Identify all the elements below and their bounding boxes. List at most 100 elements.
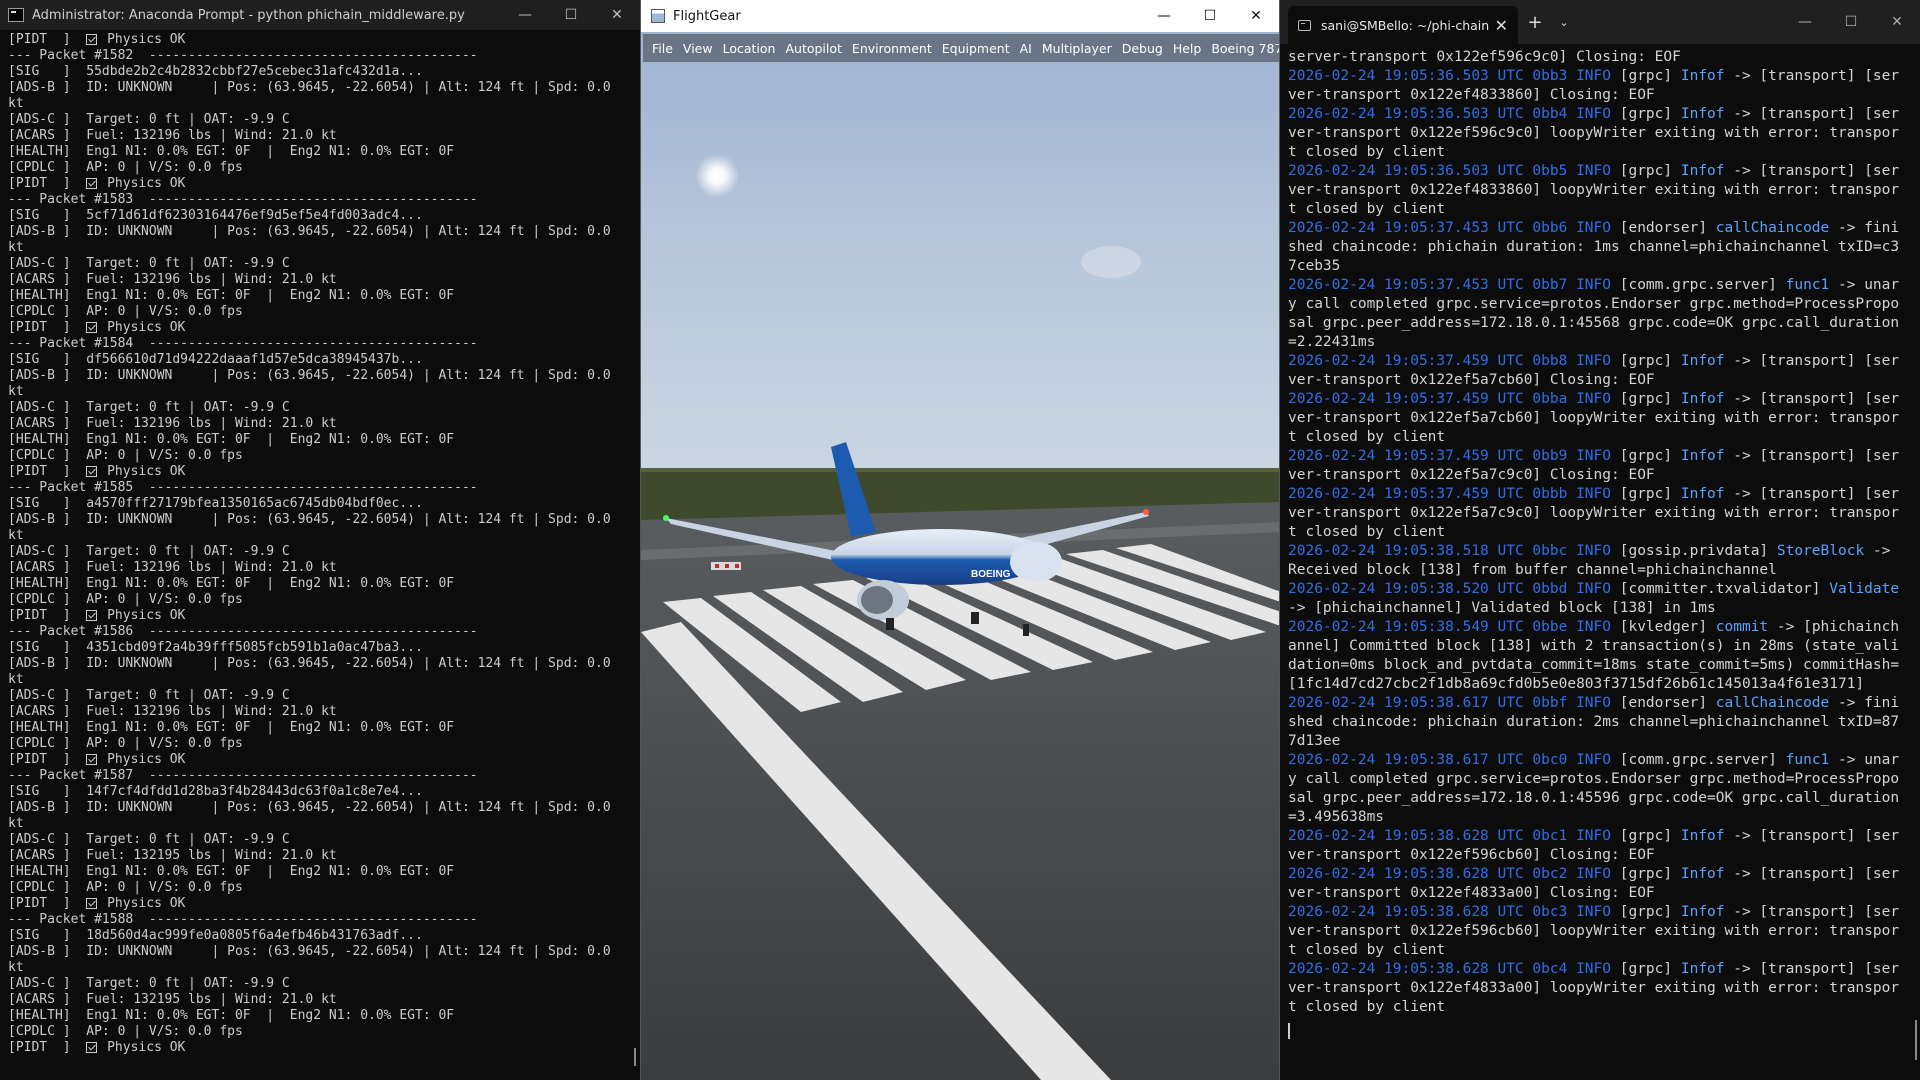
adsb-line: [ADS-B ] ID: UNKNOWN | Pos: (63.9645, -2… (8, 800, 611, 815)
close-icon[interactable]: ✕ (1874, 0, 1920, 44)
log-entry: server-transport 0x122ef596c9c0] Closing… (1288, 48, 1906, 67)
close-icon[interactable]: ✕ (1233, 0, 1279, 32)
menu-debug[interactable]: Debug (1117, 41, 1168, 56)
minimize-icon[interactable]: — (1782, 0, 1828, 44)
log-function: Infof (1680, 106, 1725, 122)
flightgear-menubar[interactable]: File View Location Autopilot Environment Equi… (643, 34, 1279, 62)
sig-line: [SIG ] 4351cbd09f2a4b39fff5085fcb591b1a0… (8, 640, 423, 655)
log-timestamp: 2026-02-24 19:05:38.617 UTC 0bbf INFO (1288, 695, 1612, 711)
pidt-line: [PIDT ] Physics OK (8, 176, 186, 191)
health-line: [HEALTH] Eng1 N1: 0.0% EGT: 0F | Eng2 N1… (8, 864, 455, 879)
log-entry: 2026-02-24 19:05:38.520 UTC 0bbd INFO [c… (1288, 580, 1906, 618)
minimize-icon[interactable]: — (1141, 0, 1187, 32)
adsc-line: [ADS-C ] Target: 0 ft | OAT: -9.9 C (8, 832, 290, 847)
terminal-output[interactable]: server-transport 0x122ef596c9c0] Closing… (1288, 44, 1906, 1080)
close-icon[interactable]: ✕ (1495, 16, 1508, 35)
log-function: Infof (1680, 904, 1725, 920)
adsb-line: [ADS-B ] ID: UNKNOWN | Pos: (63.9645, -2… (8, 944, 611, 959)
menu-multiplayer[interactable]: Multiplayer (1037, 41, 1117, 56)
minimize-icon[interactable]: — (502, 0, 548, 30)
log-timestamp: 2026-02-24 19:05:38.628 UTC 0bc3 INFO (1288, 904, 1612, 920)
menu-view[interactable]: View (678, 41, 718, 56)
chevron-down-icon[interactable]: ⌄ (1552, 16, 1576, 29)
cloud (1081, 246, 1141, 278)
adsb-line-wrap: kt (8, 672, 24, 687)
menu-ai[interactable]: AI (1015, 41, 1037, 56)
anaconda-prompt-window[interactable]: Administrator: Anaconda Prompt - python … (0, 0, 641, 1080)
menu-environment[interactable]: Environment (847, 41, 937, 56)
log-entry: 2026-02-24 19:05:38.617 UTC 0bc0 INFO [c… (1288, 751, 1906, 827)
log-timestamp: 2026-02-24 19:05:36.503 UTC 0bb4 INFO (1288, 106, 1612, 122)
log-function: Infof (1680, 68, 1725, 84)
adsc-line: [ADS-C ] Target: 0 ft | OAT: -9.9 C (8, 688, 290, 703)
log-function: Infof (1680, 391, 1725, 407)
log-entry: 2026-02-24 19:05:38.518 UTC 0bbc INFO [g… (1288, 542, 1906, 580)
log-timestamp: 2026-02-24 19:05:38.628 UTC 0bc2 INFO (1288, 866, 1612, 882)
adsc-line: [ADS-C ] Target: 0 ft | OAT: -9.9 C (8, 256, 290, 271)
log-function: Infof (1680, 828, 1725, 844)
log-timestamp: 2026-02-24 19:05:38.628 UTC 0bc1 INFO (1288, 828, 1612, 844)
adsb-line: [ADS-B ] ID: UNKNOWN | Pos: (63.9645, -2… (8, 512, 611, 527)
adsb-line-wrap: kt (8, 240, 24, 255)
menu-boeing-787-8[interactable]: Boeing 787-8 (1206, 41, 1279, 56)
window-title: FlightGear (673, 8, 741, 24)
packet-header: --- Packet #1586 -----------------------… (8, 624, 478, 639)
log-timestamp: 2026-02-24 19:05:37.453 UTC 0bb7 INFO (1288, 277, 1612, 293)
close-icon[interactable]: ✕ (594, 0, 640, 30)
acars-line: [ACARS ] Fuel: 132196 lbs | Wind: 21.0 k… (8, 128, 337, 143)
health-line: [HEALTH] Eng1 N1: 0.0% EGT: 0F | Eng2 N1… (8, 720, 455, 735)
log-module: [gossip.privdata] (1611, 543, 1777, 559)
log-module: [endorser] (1611, 695, 1716, 711)
log-function: Infof (1680, 448, 1725, 464)
log-function: callChaincode (1715, 695, 1830, 711)
log-entry: 2026-02-24 19:05:38.628 UTC 0bc2 INFO [g… (1288, 865, 1906, 903)
flightgear-titlebar[interactable]: FlightGear — ☐ ✕ (641, 0, 1279, 32)
menu-location[interactable]: Location (718, 41, 781, 56)
checkbox-icon (86, 34, 98, 45)
flightgear-app-icon (651, 9, 665, 23)
console-output[interactable]: [PIDT ] Physics OK --- Packet #1582 -----… (0, 30, 626, 1080)
log-module: [grpc] (1611, 106, 1681, 122)
maximize-icon[interactable]: ☐ (1828, 0, 1874, 44)
log-timestamp: 2026-02-24 19:05:37.459 UTC 0bba INFO (1288, 391, 1612, 407)
sun (695, 154, 739, 198)
terminal-titlebar[interactable]: sani@SMBello: ~/phi-chain/fa ✕ + ⌄ — ☐ ✕ (1280, 0, 1920, 44)
acars-line: [ACARS ] Fuel: 132196 lbs | Wind: 21.0 k… (8, 560, 337, 575)
flightgear-3d-view[interactable]: BOEING File View Location Autopilot Environm… (641, 32, 1279, 1080)
acars-line: [ACARS ] Fuel: 132195 lbs | Wind: 21.0 k… (8, 848, 337, 863)
console-scrollbar[interactable] (626, 30, 640, 1080)
maximize-icon[interactable]: ☐ (548, 0, 594, 30)
console-app-icon (8, 8, 24, 22)
anaconda-prompt-titlebar[interactable]: Administrator: Anaconda Prompt - python … (0, 0, 640, 30)
cpdlc-line: [CPDLC ] AP: 0 | V/S: 0.0 fps (8, 160, 243, 175)
acars-line: [ACARS ] Fuel: 132196 lbs | Wind: 21.0 k… (8, 704, 337, 719)
flightgear-window[interactable]: FlightGear — ☐ ✕ BOEING File View Locati… (640, 0, 1280, 1080)
windows-terminal-window[interactable]: sani@SMBello: ~/phi-chain/fa ✕ + ⌄ — ☐ ✕… (1280, 0, 1920, 1080)
scrollbar-thumb[interactable] (634, 1048, 636, 1066)
log-timestamp: 2026-02-24 19:05:36.503 UTC 0bb5 INFO (1288, 163, 1612, 179)
log-entry: 2026-02-24 19:05:38.628 UTC 0bc1 INFO [g… (1288, 827, 1906, 865)
plus-icon[interactable]: + (1518, 12, 1552, 33)
menu-equipment[interactable]: Equipment (937, 41, 1015, 56)
log-timestamp: 2026-02-24 19:05:38.518 UTC 0bbc INFO (1288, 543, 1612, 559)
maximize-icon[interactable]: ☐ (1187, 0, 1233, 32)
log-function: Infof (1680, 163, 1725, 179)
packet-header: --- Packet #1582 -----------------------… (8, 48, 478, 63)
menu-file[interactable]: File (647, 41, 678, 56)
log-module: [grpc] (1611, 866, 1681, 882)
acars-line: [ACARS ] Fuel: 132196 lbs | Wind: 21.0 k… (8, 416, 337, 431)
acars-line: [ACARS ] Fuel: 132195 lbs | Wind: 21.0 k… (8, 992, 337, 1007)
terminal-scrollbar[interactable] (1915, 1020, 1917, 1060)
terminal-tab-icon (1298, 19, 1311, 31)
checkbox-icon (86, 610, 98, 621)
adsb-line-wrap: kt (8, 384, 24, 399)
log-module: [grpc] (1611, 828, 1681, 844)
sig-line: [SIG ] 55dbde2b2c4b2832cbbf27e5cebec31af… (8, 64, 423, 79)
cpdlc-line: [CPDLC ] AP: 0 | V/S: 0.0 fps (8, 448, 243, 463)
menu-help[interactable]: Help (1168, 41, 1207, 56)
log-timestamp: 2026-02-24 19:05:37.453 UTC 0bb6 INFO (1288, 220, 1612, 236)
log-entry: 2026-02-24 19:05:37.453 UTC 0bb7 INFO [c… (1288, 276, 1906, 352)
log-module: [grpc] (1611, 448, 1681, 464)
terminal-tab[interactable]: sani@SMBello: ~/phi-chain/fa ✕ (1288, 6, 1518, 44)
menu-autopilot[interactable]: Autopilot (780, 41, 846, 56)
